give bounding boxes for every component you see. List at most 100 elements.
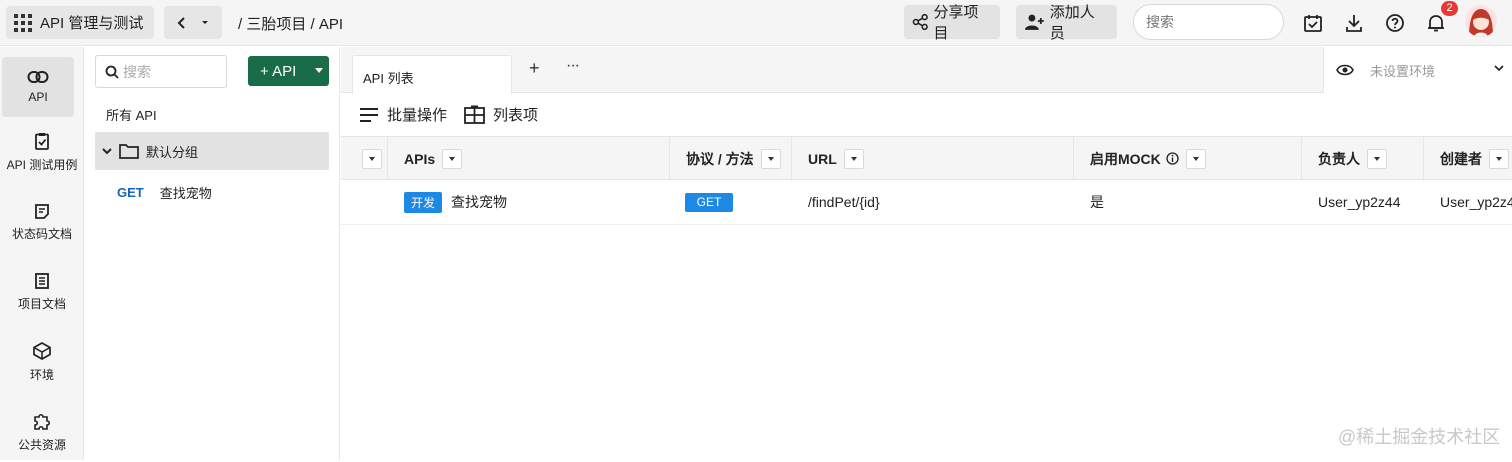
- apps-grid-icon: [14, 13, 32, 32]
- left-rail: API API 测试用例 状态码文档 项目文档 环境 公共资源: [0, 47, 84, 460]
- columns-label: 列表项: [493, 107, 539, 124]
- folder-icon: [119, 144, 139, 159]
- share-project-button[interactable]: 分享项目: [904, 4, 1000, 42]
- watermark: @稀土掘金技术社区: [1338, 427, 1501, 447]
- caret-down-icon[interactable]: [442, 148, 463, 169]
- tree-item-api[interactable]: GET 查找宠物: [117, 183, 212, 202]
- add-member-label: 添加人员: [1049, 4, 1095, 42]
- rail-item-test-cases[interactable]: API 测试用例: [0, 122, 84, 182]
- table-header: APIs 协议 / 方法 URL 启用MOCK 负责人 创建者: [341, 136, 1512, 180]
- top-search-input[interactable]: [1133, 4, 1284, 40]
- columns-button[interactable]: 列表项: [464, 104, 538, 125]
- batch-operation-label: 批量操作: [387, 107, 448, 124]
- table-row[interactable]: 开发 查找宠物 GET /findPet/{id} 是 User_yp2z44 …: [341, 180, 1512, 225]
- caret-down-icon[interactable]: [1489, 148, 1509, 169]
- clipboard-check-icon: [35, 132, 49, 150]
- tab-bar: API 列表 + ··· 未设置环境: [341, 47, 1512, 94]
- column-header-label: 创建者: [1440, 150, 1482, 167]
- method-badge: GET: [685, 192, 733, 212]
- column-header-method: 协议 / 方法: [670, 137, 792, 180]
- rail-item-label: 公共资源: [17, 437, 66, 452]
- puzzle-icon: [34, 413, 51, 430]
- add-api-button[interactable]: + API: [248, 56, 329, 86]
- share-icon: [912, 13, 928, 31]
- caret-down-icon[interactable]: [315, 68, 323, 73]
- tree-search-placeholder: 搜索: [123, 63, 151, 80]
- environment-placeholder: 未设置环境: [1370, 63, 1436, 79]
- status-badge: 开发: [404, 191, 443, 213]
- method-cell: GET: [685, 180, 733, 224]
- creator-cell: User_yp2z44: [1440, 194, 1512, 210]
- info-icon[interactable]: [1166, 152, 1179, 165]
- column-header-creator: 创建者: [1424, 137, 1512, 180]
- add-member-button[interactable]: 添加人员: [1016, 4, 1117, 42]
- table-columns-icon: [464, 105, 485, 124]
- document-icon: [35, 272, 49, 289]
- chevron-down-icon: [1494, 65, 1504, 72]
- caret-down-icon[interactable]: [200, 19, 210, 27]
- avatar[interactable]: [1465, 5, 1497, 37]
- column-header-label: APIs: [404, 150, 436, 167]
- chevron-left-icon: [177, 16, 185, 29]
- rail-item-api[interactable]: API: [2, 57, 74, 117]
- tree-api-name: 查找宠物: [159, 186, 212, 201]
- column-header-url: URL: [792, 137, 1074, 180]
- caret-down-icon[interactable]: [1367, 148, 1387, 169]
- add-api-label: + API: [260, 62, 297, 80]
- rail-item-status-codes[interactable]: 状态码文档: [0, 192, 84, 252]
- column-header-label: URL: [808, 150, 837, 167]
- search-icon: [105, 65, 119, 79]
- api-name[interactable]: 查找宠物: [451, 192, 507, 212]
- column-header-owner: 负责人: [1302, 137, 1424, 180]
- eye-icon[interactable]: [1336, 64, 1354, 76]
- more-tabs-button[interactable]: ···: [566, 57, 580, 75]
- tree-item-all-apis[interactable]: 所有 API: [106, 105, 157, 124]
- api-tree-panel: 搜索 + API 所有 API 默认分组 GET 查找宠物: [85, 47, 340, 460]
- caret-down-icon[interactable]: [760, 148, 781, 169]
- caret-down-icon[interactable]: [362, 148, 382, 169]
- add-user-icon: [1024, 14, 1044, 30]
- app-title: API 管理与测试: [40, 15, 144, 32]
- batch-operation-button[interactable]: 批量操作: [359, 104, 447, 125]
- caret-down-icon[interactable]: [1185, 148, 1206, 169]
- owner-cell: User_yp2z44: [1318, 194, 1401, 210]
- link-icon: [27, 71, 49, 83]
- mock-cell: 是: [1090, 194, 1104, 210]
- method-label: GET: [117, 185, 144, 200]
- tree-group-default[interactable]: 默认分组: [95, 132, 329, 170]
- environment-select[interactable]: 未设置环境: [1323, 47, 1512, 93]
- tree-search-input[interactable]: 搜索: [95, 55, 227, 88]
- add-tab-button[interactable]: +: [529, 58, 540, 79]
- download-icon[interactable]: [1343, 12, 1365, 34]
- rail-item-label: 项目文档: [17, 296, 66, 311]
- caret-down-icon[interactable]: [843, 148, 864, 169]
- notification-badge: 2: [1441, 1, 1458, 16]
- list-icon: [360, 107, 378, 122]
- rail-item-public-resources[interactable]: 公共资源: [0, 402, 84, 462]
- bell-icon[interactable]: [1425, 12, 1447, 34]
- rail-item-label: API 测试用例: [6, 157, 78, 172]
- rail-item-label: 状态码文档: [11, 226, 72, 241]
- rail-item-project-docs[interactable]: 项目文档: [0, 262, 84, 322]
- rail-item-label: 环境: [29, 367, 54, 382]
- app-menu-button[interactable]: API 管理与测试: [6, 6, 154, 39]
- doc-note-icon: [35, 203, 49, 219]
- api-name-cell: 开发 查找宠物: [404, 180, 507, 224]
- column-header-label: 负责人: [1318, 150, 1360, 167]
- help-icon[interactable]: [1384, 12, 1406, 34]
- rail-item-label: API: [28, 90, 48, 104]
- list-toolbar: 批量操作 列表项: [341, 94, 1512, 136]
- tree-group-label: 默认分组: [146, 144, 199, 160]
- share-project-label: 分享项目: [933, 4, 979, 42]
- select-all-column: [341, 137, 388, 180]
- column-header-mock: 启用MOCK: [1074, 137, 1302, 180]
- calendar-check-icon[interactable]: [1302, 12, 1324, 34]
- back-nav-button[interactable]: [164, 6, 222, 39]
- column-header-label: 协议 / 方法: [686, 150, 754, 167]
- column-header-apis: APIs: [388, 137, 670, 180]
- chevron-down-icon[interactable]: [101, 146, 113, 156]
- rail-item-environment[interactable]: 环境: [0, 332, 84, 392]
- tab-api-list[interactable]: API 列表: [352, 55, 512, 94]
- url-cell: /findPet/{id}: [808, 194, 880, 210]
- column-header-label: 启用MOCK: [1090, 150, 1161, 167]
